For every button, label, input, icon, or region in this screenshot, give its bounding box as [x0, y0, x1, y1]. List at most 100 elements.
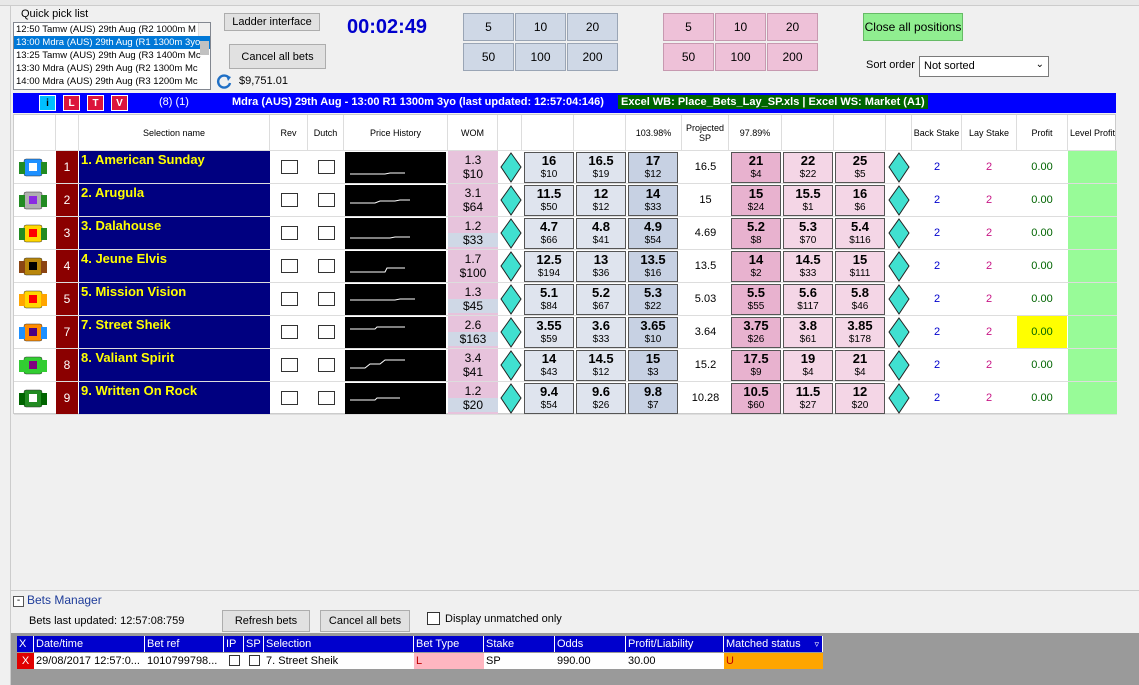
lay-stake[interactable]: 2	[964, 349, 1014, 381]
lay-arrow-icon[interactable]	[888, 218, 910, 249]
back-price-cell[interactable]: 5.2 $67	[576, 284, 626, 315]
back-stake[interactable]: 2	[912, 250, 962, 282]
lay-arrow-icon[interactable]	[888, 317, 910, 348]
back-stake-button[interactable]: 20	[567, 13, 618, 41]
back-stake-button[interactable]: 200	[567, 43, 618, 71]
back-price-cell[interactable]: 5.1 $84	[524, 284, 574, 315]
col-profit[interactable]: Profit/Liability	[626, 636, 724, 652]
back-price-cell[interactable]: 13.5 $16	[628, 251, 678, 282]
lay-stake-button[interactable]: 50	[663, 43, 714, 71]
rev-checkbox[interactable]	[281, 193, 298, 207]
back-price-cell[interactable]: 3.55 $59	[524, 317, 574, 348]
back-price-cell[interactable]: 4.8 $41	[576, 218, 626, 249]
col-bet-ref[interactable]: Bet ref	[145, 636, 224, 652]
lay-price-cell[interactable]: 5.6 $117	[783, 284, 833, 315]
ladder-interface-button[interactable]: Ladder interface	[224, 13, 320, 31]
cancel-all-bets-button[interactable]: Cancel all bets	[229, 44, 326, 69]
back-price-cell[interactable]: 14 $43	[524, 350, 574, 381]
back-price-cell[interactable]: 14 $33	[628, 185, 678, 216]
lay-price-cell[interactable]: 5.3 $70	[783, 218, 833, 249]
lay-arrow-icon[interactable]	[888, 383, 910, 414]
dutch-checkbox[interactable]	[318, 292, 335, 306]
lay-price-cell[interactable]: 5.4 $116	[835, 218, 885, 249]
lay-price-cell[interactable]: 15.5 $1	[783, 185, 833, 216]
refresh-bets-button[interactable]: Refresh bets	[222, 610, 310, 632]
lay-price-cell[interactable]: 21 $4	[835, 350, 885, 381]
bet-cancel-x[interactable]: X	[17, 653, 34, 669]
lay-price-cell[interactable]: 14 $2	[731, 251, 781, 282]
info-button[interactable]: i	[39, 95, 56, 111]
lay-price-cell[interactable]: 5.5 $55	[731, 284, 781, 315]
level-profit-cell[interactable]	[1068, 316, 1117, 348]
col-bet-type[interactable]: Bet Type	[414, 636, 484, 652]
lay-price-cell[interactable]: 3.75 $26	[731, 317, 781, 348]
level-profit-cell[interactable]	[1068, 151, 1117, 183]
back-arrow-icon[interactable]	[500, 317, 522, 348]
lay-stake[interactable]: 2	[964, 283, 1014, 315]
rev-checkbox[interactable]	[281, 292, 298, 306]
back-price-cell[interactable]: 11.5 $50	[524, 185, 574, 216]
back-price-cell[interactable]: 17 $12	[628, 152, 678, 183]
col-selection[interactable]: Selection	[264, 636, 414, 652]
level-profit-cell[interactable]	[1068, 283, 1117, 315]
rev-checkbox[interactable]	[281, 226, 298, 240]
back-arrow-icon[interactable]	[500, 383, 522, 414]
lay-arrow-icon[interactable]	[888, 350, 910, 381]
lay-stake-button[interactable]: 20	[767, 13, 818, 41]
back-price-cell[interactable]: 15 $3	[628, 350, 678, 381]
level-profit-cell[interactable]	[1068, 217, 1117, 249]
runner-name[interactable]: 7. Street Sheik	[79, 316, 270, 348]
back-price-cell[interactable]: 9.6 $26	[576, 383, 626, 414]
back-arrow-icon[interactable]	[500, 218, 522, 249]
runner-name[interactable]: 5. Mission Vision	[79, 283, 270, 315]
back-stake[interactable]: 2	[912, 217, 962, 249]
level-profit-cell[interactable]	[1068, 184, 1117, 216]
quick-pick-item[interactable]: 13:30 Mdra (AUS) 29th Aug (R2 1300m Mc	[14, 62, 210, 75]
lay-price-cell[interactable]: 14.5 $33	[783, 251, 833, 282]
lay-arrow-icon[interactable]	[888, 152, 910, 183]
col-odds[interactable]: Odds	[555, 636, 626, 652]
lay-stake-button[interactable]: 200	[767, 43, 818, 71]
lay-price-cell[interactable]: 15 $111	[835, 251, 885, 282]
back-stake[interactable]: 2	[912, 382, 962, 414]
back-stake[interactable]: 2	[912, 283, 962, 315]
back-price-cell[interactable]: 9.4 $54	[524, 383, 574, 414]
level-profit-cell[interactable]	[1068, 382, 1117, 414]
t-button[interactable]: T	[87, 95, 104, 111]
col-stake[interactable]: Stake	[484, 636, 555, 652]
lay-stake[interactable]: 2	[964, 250, 1014, 282]
col-datetime[interactable]: Date/time	[34, 636, 145, 652]
lay-stake[interactable]: 2	[964, 217, 1014, 249]
lay-price-cell[interactable]: 5.8 $46	[835, 284, 885, 315]
dutch-checkbox[interactable]	[318, 325, 335, 339]
back-arrow-icon[interactable]	[500, 152, 522, 183]
back-price-cell[interactable]: 5.3 $22	[628, 284, 678, 315]
lay-price-cell[interactable]: 5.2 $8	[731, 218, 781, 249]
col-x[interactable]: X	[17, 636, 34, 652]
lay-price-cell[interactable]: 21 $4	[731, 152, 781, 183]
collapse-icon[interactable]: -	[13, 596, 24, 607]
back-stake[interactable]: 2	[912, 151, 962, 183]
lay-stake-button[interactable]: 10	[715, 13, 766, 41]
runner-name[interactable]: 8. Valiant Spirit	[79, 349, 270, 381]
back-price-cell[interactable]: 13 $36	[576, 251, 626, 282]
sort-order-select[interactable]: Not sorted ⌄	[919, 56, 1049, 77]
lay-price-cell[interactable]: 16 $6	[835, 185, 885, 216]
back-stake-button[interactable]: 5	[463, 13, 514, 41]
quick-pick-list[interactable]: 12:50 Tamw (AUS) 29th Aug (R2 1000m M 13…	[13, 22, 211, 90]
back-price-cell[interactable]: 12 $12	[576, 185, 626, 216]
lay-price-cell[interactable]: 3.85 $178	[835, 317, 885, 348]
back-price-cell[interactable]: 4.9 $54	[628, 218, 678, 249]
col-ip[interactable]: IP	[224, 636, 244, 652]
back-price-cell[interactable]: 4.7 $66	[524, 218, 574, 249]
quick-pick-item[interactable]: 13:25 Tamw (AUS) 29th Aug (R3 1400m Mc	[14, 49, 210, 62]
level-profit-cell[interactable]	[1068, 349, 1117, 381]
level-profit-cell[interactable]	[1068, 250, 1117, 282]
back-price-cell[interactable]: 12.5 $194	[524, 251, 574, 282]
col-matched-status[interactable]: Matched status ▿	[724, 636, 823, 652]
v-button[interactable]: V	[111, 95, 128, 111]
lay-price-cell[interactable]: 12 $20	[835, 383, 885, 414]
lay-price-cell[interactable]: 3.8 $61	[783, 317, 833, 348]
lay-arrow-icon[interactable]	[888, 284, 910, 315]
lay-price-cell[interactable]: 22 $22	[783, 152, 833, 183]
